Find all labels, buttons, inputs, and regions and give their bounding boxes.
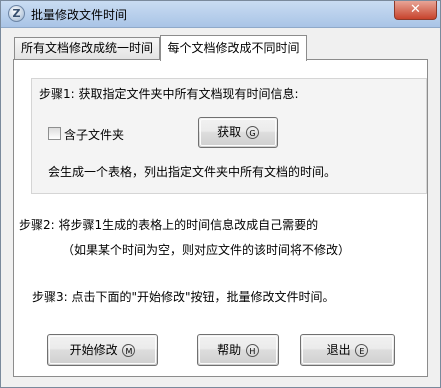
title-bar[interactable]: Z 批量修改文件时间 ✕ [1, 1, 440, 28]
start-button[interactable]: 开始修改 M [47, 334, 158, 366]
fetch-button[interactable]: 获取 G [198, 117, 278, 148]
fetch-button-label: 获取 [217, 125, 242, 139]
step2-line2: （如果某个时间为空，则对应文件的该时间将不修改） [62, 243, 351, 257]
app-logo-icon: Z [8, 5, 25, 22]
step2-line1: 步骤2: 将步骤1生成的表格上的时间信息改成自己需要的 [19, 218, 319, 232]
tab-uniform-time[interactable]: 所有文档修改成统一时间 [14, 37, 160, 59]
fetch-shortcut-key: G [245, 126, 259, 139]
tab-individual-time[interactable]: 每个文档修改成不同时间 [160, 35, 307, 61]
close-icon: ✕ [410, 2, 421, 17]
include-subfolders-checkbox[interactable] [48, 127, 61, 140]
include-subfolders-label[interactable]: 含子文件夹 [64, 126, 124, 143]
step1-heading: 步骤1: 获取指定文件夹中所有文档现有时间信息: [39, 87, 299, 101]
help-shortcut-key: H [245, 344, 259, 357]
close-button[interactable]: ✕ [394, 1, 437, 20]
step1-description: 会生成一个表格，列出指定文件夹中所有文档的时间。 [48, 165, 337, 179]
app-window: Z 批量修改文件时间 ✕ 所有文档修改成统一时间 每个文档修改成不同时间 步骤1… [0, 0, 441, 388]
help-button[interactable]: 帮助 H [197, 334, 279, 366]
exit-button[interactable]: 退出 E [300, 334, 395, 366]
tab-uniform-time-label: 所有文档修改成统一时间 [20, 41, 153, 55]
step3-text: 步骤3: 点击下面的"开始修改"按钮，批量修改文件时间。 [32, 290, 335, 304]
tab-individual-time-label: 每个文档修改成不同时间 [167, 41, 300, 55]
help-button-label: 帮助 [217, 343, 242, 357]
start-button-label: 开始修改 [69, 343, 118, 357]
window-title: 批量修改文件时间 [31, 8, 128, 22]
exit-button-label: 退出 [326, 343, 351, 357]
